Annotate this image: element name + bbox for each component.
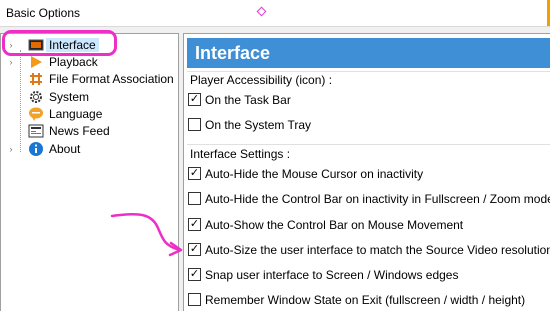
annotation-arrow-icon: [110, 212, 183, 257]
